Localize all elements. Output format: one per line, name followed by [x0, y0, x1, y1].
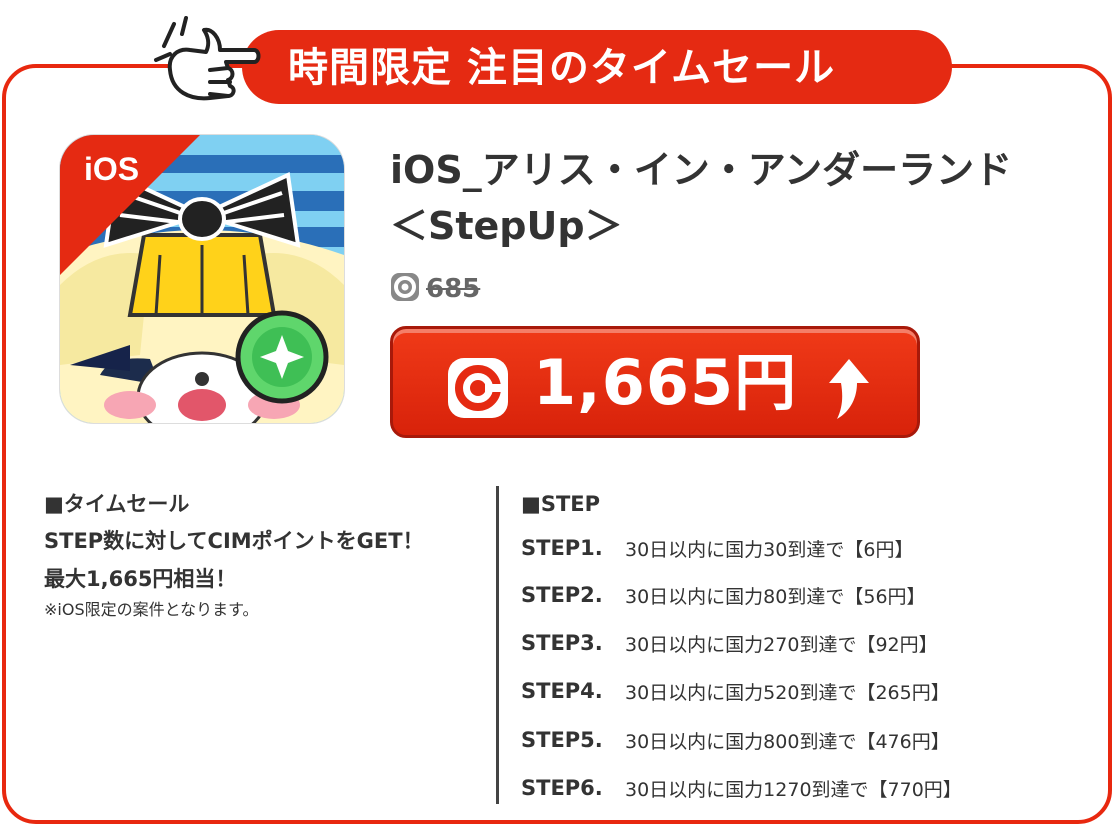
step-label: STEP4.: [521, 679, 603, 703]
sale-line2: 最大1,665円相当！: [44, 567, 237, 591]
step-row: STEP3. 30日以内に国力270到達で【92円】: [521, 628, 938, 658]
up-arrow-icon: [825, 357, 873, 425]
product-title-line1: iOS_アリス・イン・アンダーランド: [390, 148, 1013, 192]
coin-icon: [390, 272, 420, 306]
app-thumbnail: iOS: [60, 135, 344, 423]
step-row: STEP6. 30日以内に国力1270到達で【770円】: [521, 773, 962, 803]
old-price-value: 685: [426, 274, 481, 304]
price-value: 1,665円: [533, 346, 798, 419]
step-row: STEP5. 30日以内に国力800到達で【476円】: [521, 725, 950, 755]
steps-heading: ■STEP: [521, 492, 601, 516]
step-label: STEP3.: [521, 631, 603, 655]
step-label: STEP1.: [521, 536, 603, 560]
step-row: STEP4. 30日以内に国力520到達で【265円】: [521, 676, 950, 706]
sale-note: ※iOS限定の案件となります。: [44, 600, 259, 619]
old-price: 685: [390, 272, 480, 306]
step-label: STEP6.: [521, 776, 603, 800]
banner-title: 時間限定 注目のタイムセール: [288, 45, 836, 91]
sale-info: ■タイムセール STEP数に対してCIMポイントをGET！ 最大1,665円相当…: [44, 488, 484, 622]
section-divider: [496, 486, 499, 804]
price-button[interactable]: 1,665円: [390, 326, 920, 438]
step-label: STEP2.: [521, 583, 603, 607]
platform-badge: iOS: [84, 151, 140, 187]
step-text: 30日以内に国力1270到達で【770円】: [625, 778, 962, 801]
pointing-hand-icon: [150, 16, 262, 108]
product-title-line2: ＜StepUp＞: [390, 204, 623, 248]
step-text: 30日以内に国力30到達で【6円】: [625, 538, 914, 561]
steps-info: ■STEP STEP1. 30日以内に国力30到達で【6円】 STEP2. 30…: [521, 488, 1091, 801]
step-row: STEP2. 30日以内に国力80到達で【56円】: [521, 580, 926, 610]
coin-icon: [447, 357, 509, 423]
step-text: 30日以内に国力520到達で【265円】: [625, 681, 950, 704]
step-text: 30日以内に国力270到達で【92円】: [625, 633, 938, 656]
step-row: STEP1. 30日以内に国力30到達で【6円】: [521, 533, 913, 563]
product-title: iOS_アリス・イン・アンダーランド ＜StepUp＞: [390, 142, 1090, 254]
step-text: 30日以内に国力800到達で【476円】: [625, 730, 950, 753]
step-text: 30日以内に国力80到達で【56円】: [625, 585, 926, 608]
sale-heading: ■タイムセール: [44, 492, 190, 516]
sale-line1: STEP数に対してCIMポイントをGET！: [44, 529, 424, 553]
step-label: STEP5.: [521, 728, 603, 752]
